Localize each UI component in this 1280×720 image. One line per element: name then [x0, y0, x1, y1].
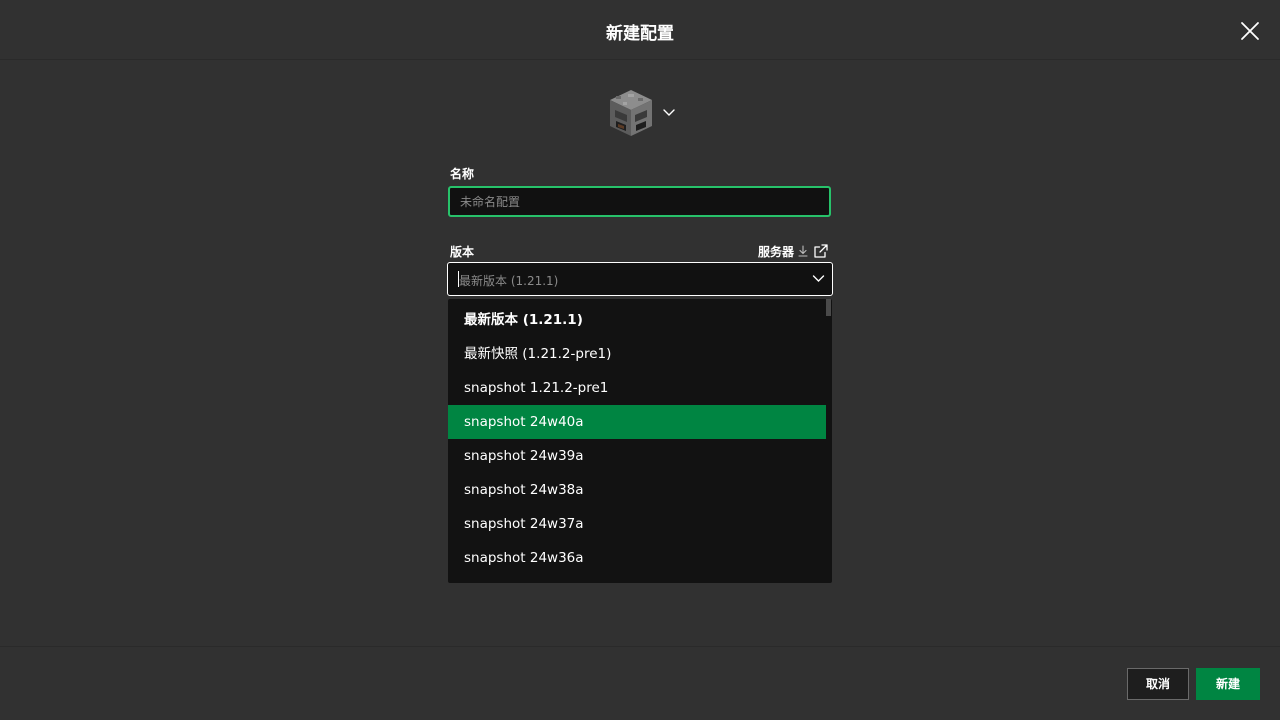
version-options: 最新版本 (1.21.1) 最新快照 (1.21.2-pre1) snapshot …	[448, 303, 826, 575]
footer-divider	[0, 646, 1280, 647]
external-link-icon[interactable]	[813, 243, 829, 259]
version-dropdown-list: 最新版本 (1.21.1) 最新快照 (1.21.2-pre1) snapshot …	[448, 299, 832, 583]
version-option[interactable]: snapshot 24w36a	[448, 541, 826, 575]
profile-name-input[interactable]	[448, 186, 831, 217]
version-select-input[interactable]: 最新版本 (1.21.1)	[447, 262, 833, 296]
version-label: 版本	[450, 245, 475, 259]
chevron-down-icon	[663, 109, 675, 116]
version-option[interactable]: snapshot 24w39a	[448, 439, 826, 473]
furnace-block-icon	[610, 90, 652, 136]
server-download-link[interactable]: 服务器	[758, 243, 829, 259]
close-icon	[1241, 22, 1259, 40]
version-option[interactable]: snapshot 1.21.2-pre1	[448, 371, 826, 405]
server-label: 服务器	[758, 244, 795, 259]
version-option[interactable]: snapshot 24w40a	[448, 405, 826, 439]
version-option[interactable]: snapshot 24w37a	[448, 507, 826, 541]
version-option[interactable]: snapshot 24w38a	[448, 473, 826, 507]
dialog-title: 新建配置	[606, 24, 674, 44]
profile-icon-picker[interactable]	[606, 88, 678, 140]
download-icon	[798, 245, 808, 257]
create-button[interactable]: 新建	[1196, 668, 1260, 700]
dialog-header: 新建配置	[0, 0, 1280, 60]
scrollbar-thumb[interactable]	[826, 299, 831, 316]
close-button[interactable]	[1238, 19, 1262, 43]
version-option[interactable]: 最新版本 (1.21.1)	[448, 303, 826, 337]
cancel-button[interactable]: 取消	[1127, 668, 1189, 700]
version-placeholder: 最新版本 (1.21.1)	[459, 274, 559, 288]
version-option[interactable]: 最新快照 (1.21.2-pre1)	[448, 337, 826, 371]
name-label: 名称	[450, 167, 475, 181]
chevron-down-icon[interactable]	[812, 274, 825, 283]
